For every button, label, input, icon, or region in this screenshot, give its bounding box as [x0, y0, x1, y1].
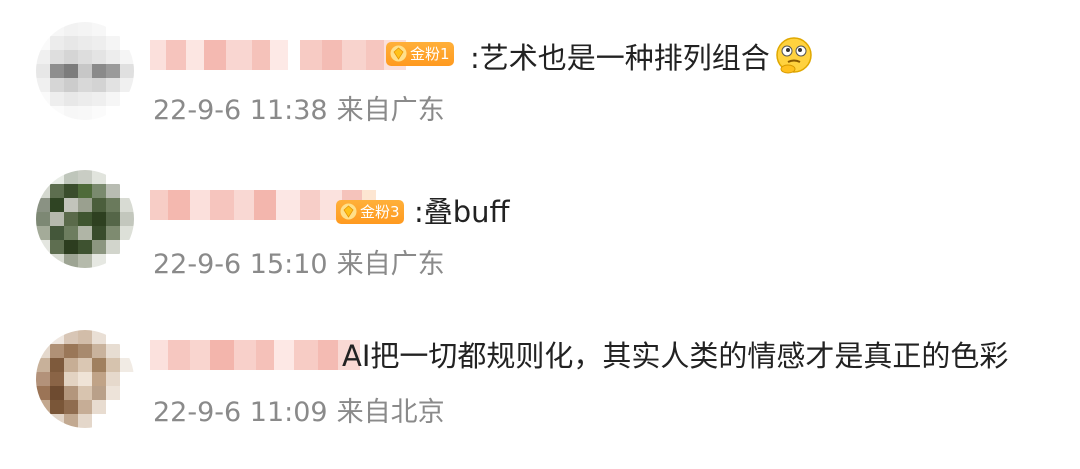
avatar[interactable]: [36, 170, 134, 268]
comment-text: AI把一切都规则化，其实人类的情感才是真正的色彩: [342, 339, 1009, 373]
location: 来自北京: [336, 397, 445, 428]
comment-text: :艺术也是一种排列组合: [470, 36, 814, 76]
comment-text: :叠buff: [414, 195, 510, 229]
timestamp: 22-9-6 15:10: [153, 249, 328, 280]
username-blurred[interactable]: [150, 340, 360, 370]
avatar[interactable]: [36, 22, 134, 120]
comment-item: 金粉3 :叠buff 22-9-6 15:10 来自广东: [0, 150, 1080, 300]
comment-meta: 22-9-6 11:38 来自广东: [153, 94, 454, 128]
gem-icon: [340, 203, 357, 220]
comment-item: AI把一切都规则化，其实人类的情感才是真正的色彩 22-9-6 11:09 来自北…: [0, 300, 1080, 450]
fan-level-badge: 金粉3: [336, 200, 404, 224]
avatar[interactable]: [36, 330, 134, 428]
fan-level-badge: 金粉1: [386, 42, 454, 66]
gem-icon: [390, 45, 407, 62]
timestamp: 22-9-6 11:38: [153, 95, 328, 126]
thinking-face-icon: [776, 37, 812, 74]
comment-item: 金粉1 :艺术也是一种排列组合 22-9-6 11:38 来自广东: [0, 0, 1080, 150]
location: 来自广东: [336, 249, 445, 280]
comment-meta: 22-9-6 11:09 来自北京: [153, 396, 454, 430]
comment-meta: 22-9-6 15:10 来自广东: [153, 248, 454, 282]
badge-label: 金粉3: [360, 203, 400, 221]
badge-label: 金粉1: [410, 45, 450, 63]
location: 来自广东: [336, 95, 445, 126]
username-blurred[interactable]: [150, 40, 406, 70]
timestamp: 22-9-6 11:09: [153, 397, 328, 428]
